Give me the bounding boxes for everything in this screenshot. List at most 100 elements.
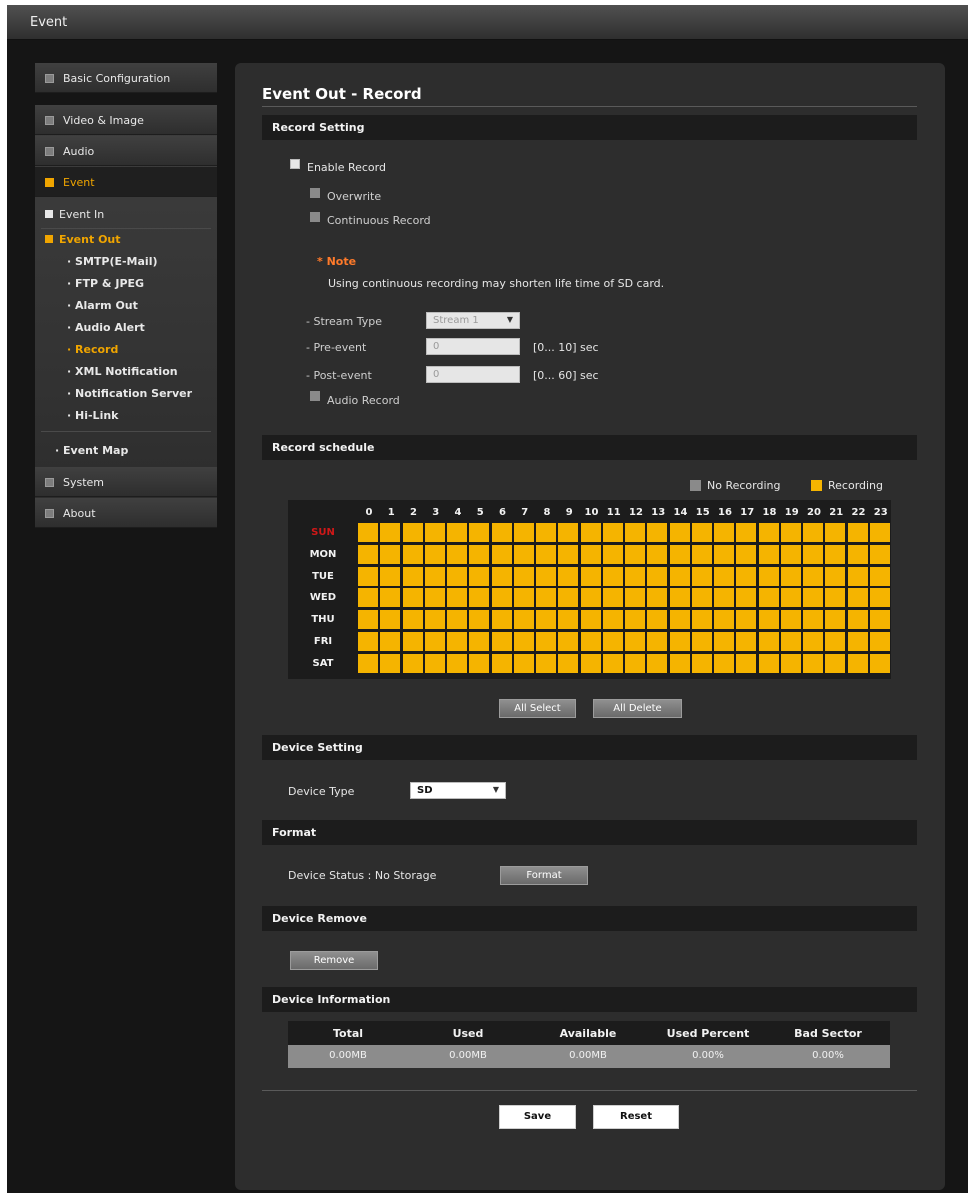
schedule-cell[interactable] — [491, 566, 512, 586]
schedule-cell[interactable] — [647, 653, 668, 673]
schedule-cell[interactable] — [803, 632, 823, 651]
schedule-cell[interactable] — [714, 588, 734, 608]
schedule-cell[interactable] — [580, 544, 601, 564]
schedule-cell[interactable] — [580, 566, 601, 586]
schedule-cell[interactable] — [536, 588, 556, 608]
schedule-cell[interactable] — [447, 610, 467, 630]
schedule-cell[interactable] — [691, 588, 712, 608]
sidebar-subitem-event-out[interactable]: Event Out — [45, 233, 121, 246]
schedule-cell[interactable] — [736, 544, 757, 564]
schedule-cell[interactable] — [580, 588, 601, 608]
day-label[interactable]: THU — [288, 614, 358, 625]
schedule-cell[interactable] — [647, 544, 668, 564]
hour-label[interactable]: 0 — [358, 507, 380, 518]
sidebar-subitem-event-in[interactable]: Event In — [45, 208, 104, 221]
schedule-cell[interactable] — [647, 610, 668, 630]
schedule-cell[interactable] — [424, 566, 445, 586]
schedule-cell[interactable] — [669, 632, 690, 651]
schedule-cell[interactable] — [536, 610, 556, 630]
schedule-cell[interactable] — [691, 566, 712, 586]
hour-label[interactable]: 13 — [647, 507, 669, 518]
all-delete-button[interactable]: All Delete — [593, 699, 682, 718]
hour-label[interactable]: 7 — [514, 507, 536, 518]
schedule-cell[interactable] — [736, 610, 757, 630]
schedule-cell[interactable] — [647, 588, 668, 608]
schedule-cell[interactable] — [736, 566, 757, 586]
schedule-cell[interactable] — [669, 544, 690, 564]
schedule-cell[interactable] — [469, 523, 490, 542]
device-type-select[interactable]: SD ▼ — [410, 782, 506, 799]
schedule-cell[interactable] — [602, 523, 623, 542]
hour-label[interactable]: 14 — [670, 507, 692, 518]
schedule-cell[interactable] — [602, 610, 623, 630]
schedule-cell[interactable] — [358, 544, 378, 564]
schedule-cell[interactable] — [513, 523, 534, 542]
schedule-cell[interactable] — [736, 523, 757, 542]
schedule-cell[interactable] — [758, 588, 779, 608]
schedule-cell[interactable] — [447, 632, 467, 651]
day-label[interactable]: WED — [288, 592, 358, 603]
schedule-cell[interactable] — [847, 610, 868, 630]
hour-label[interactable]: 12 — [625, 507, 647, 518]
sidebar-subitem-event-map[interactable]: · Event Map — [55, 444, 128, 457]
schedule-cell[interactable] — [825, 588, 846, 608]
schedule-cell[interactable] — [424, 610, 445, 630]
overwrite-checkbox[interactable] — [310, 188, 320, 198]
schedule-cell[interactable] — [513, 588, 534, 608]
schedule-cell[interactable] — [714, 544, 734, 564]
schedule-cell[interactable] — [558, 523, 579, 542]
schedule-cell[interactable] — [780, 588, 801, 608]
schedule-cell[interactable] — [424, 588, 445, 608]
schedule-cell[interactable] — [424, 653, 445, 673]
schedule-cell[interactable] — [847, 523, 868, 542]
schedule-cell[interactable] — [825, 544, 846, 564]
schedule-cell[interactable] — [536, 566, 556, 586]
sidebar-item-about[interactable]: About — [35, 498, 217, 528]
schedule-cell[interactable] — [825, 610, 846, 630]
schedule-cell[interactable] — [469, 632, 490, 651]
schedule-cell[interactable] — [380, 632, 401, 651]
schedule-cell[interactable] — [803, 566, 823, 586]
schedule-cell[interactable] — [758, 610, 779, 630]
schedule-cell[interactable] — [424, 523, 445, 542]
schedule-cell[interactable] — [469, 653, 490, 673]
hour-label[interactable]: 2 — [403, 507, 425, 518]
hour-label[interactable]: 8 — [536, 507, 558, 518]
schedule-cell[interactable] — [780, 632, 801, 651]
schedule-cell[interactable] — [669, 566, 690, 586]
schedule-cell[interactable] — [780, 653, 801, 673]
sidebar-subitem-smtp[interactable]: · SMTP(E-Mail) — [67, 255, 158, 268]
hour-label[interactable]: 3 — [425, 507, 447, 518]
schedule-cell[interactable] — [691, 632, 712, 651]
schedule-cell[interactable] — [602, 653, 623, 673]
audio-record-checkbox[interactable] — [310, 391, 320, 401]
schedule-cell[interactable] — [869, 566, 890, 586]
schedule-cell[interactable] — [447, 544, 467, 564]
schedule-cell[interactable] — [847, 544, 868, 564]
schedule-cell[interactable] — [402, 653, 423, 673]
schedule-cell[interactable] — [602, 566, 623, 586]
schedule-cell[interactable] — [736, 632, 757, 651]
schedule-cell[interactable] — [602, 632, 623, 651]
hour-label[interactable]: 15 — [692, 507, 714, 518]
schedule-cell[interactable] — [625, 566, 645, 586]
schedule-cell[interactable] — [869, 610, 890, 630]
schedule-cell[interactable] — [580, 653, 601, 673]
schedule-cell[interactable] — [358, 610, 378, 630]
schedule-cell[interactable] — [580, 610, 601, 630]
hour-label[interactable]: 9 — [558, 507, 580, 518]
schedule-cell[interactable] — [513, 566, 534, 586]
post-event-input[interactable]: 0 — [426, 366, 520, 383]
schedule-cell[interactable] — [869, 588, 890, 608]
schedule-cell[interactable] — [780, 610, 801, 630]
schedule-cell[interactable] — [825, 632, 846, 651]
schedule-cell[interactable] — [380, 544, 401, 564]
schedule-cell[interactable] — [558, 566, 579, 586]
schedule-cell[interactable] — [491, 588, 512, 608]
schedule-cell[interactable] — [447, 588, 467, 608]
schedule-cell[interactable] — [714, 653, 734, 673]
schedule-cell[interactable] — [625, 610, 645, 630]
schedule-cell[interactable] — [758, 653, 779, 673]
day-label[interactable]: SUN — [288, 527, 358, 538]
schedule-cell[interactable] — [536, 523, 556, 542]
